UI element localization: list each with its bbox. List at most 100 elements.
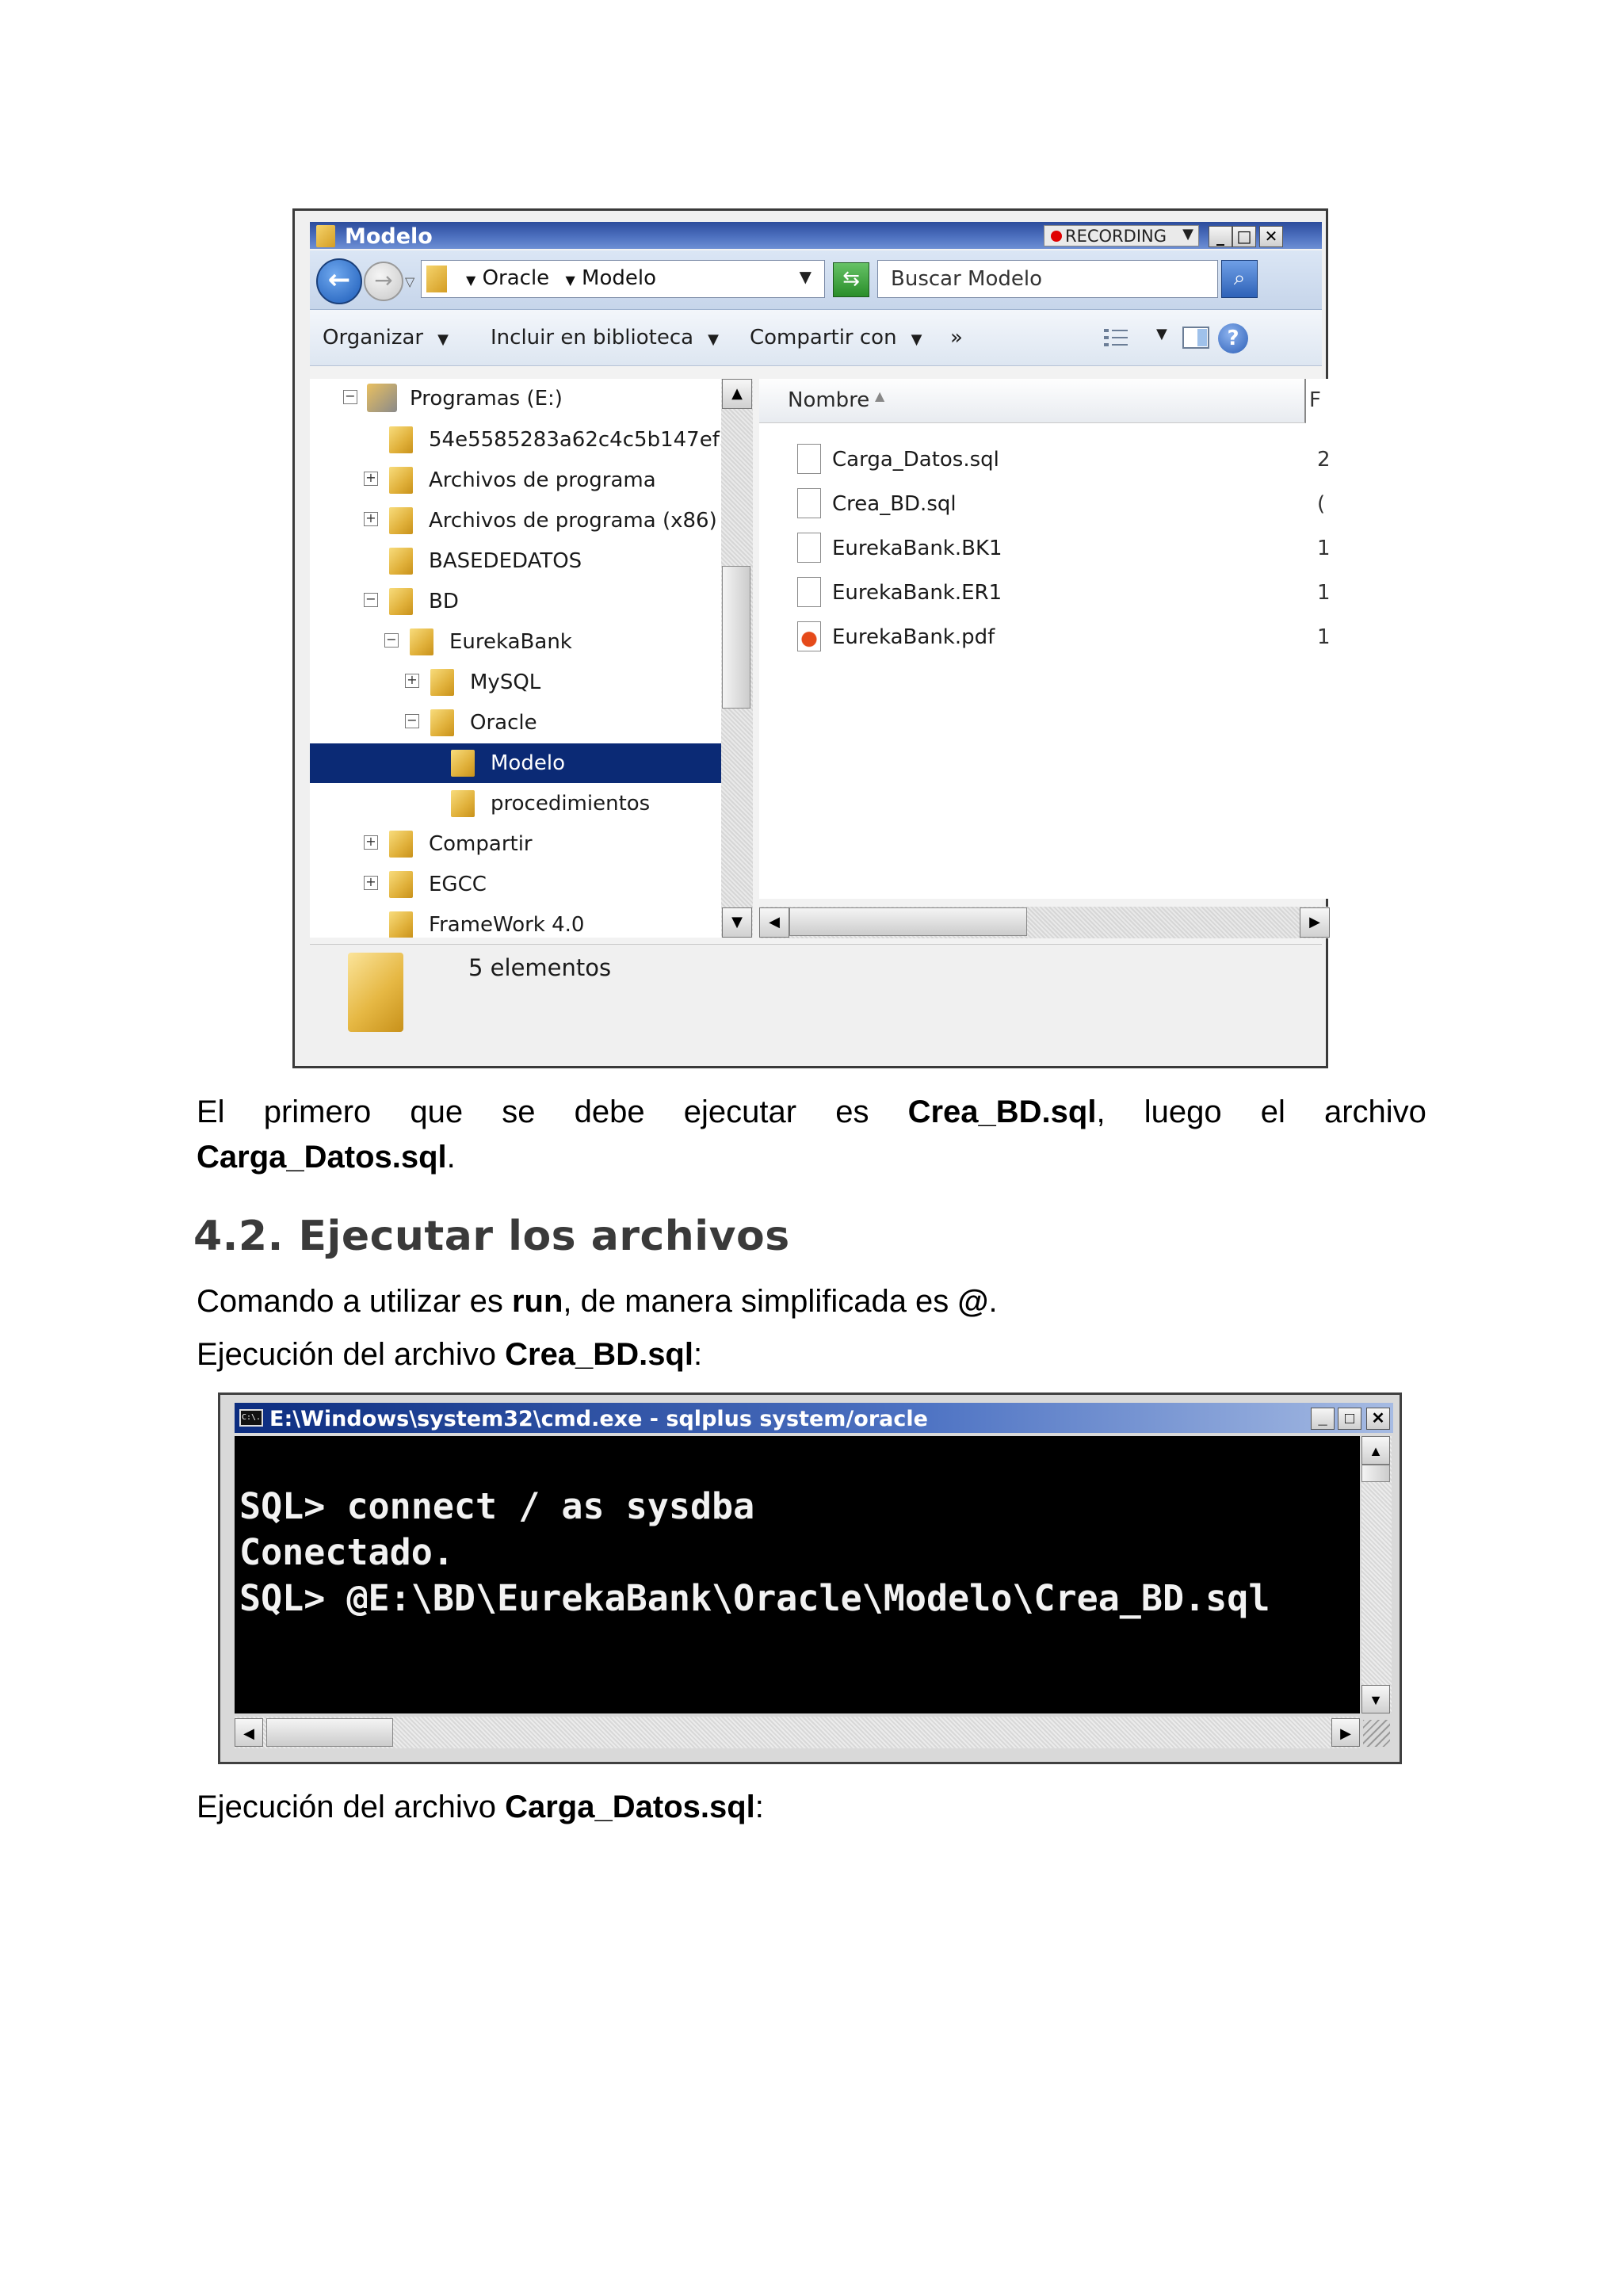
scroll-up-icon[interactable]: ▲ [722,379,752,409]
console-output[interactable]: SQL> connect / as sysdba Conectado. SQL>… [235,1436,1360,1713]
folder-icon [451,750,475,777]
scroll-left-icon[interactable]: ◀ [759,907,789,938]
tree-item-label: 54e5585283a62c4c5b147ef3C [429,428,722,452]
scroll-right-icon[interactable]: ▶ [1300,907,1330,938]
file-list-scrollbar[interactable]: ◀ ▶ [759,907,1330,938]
collapse-icon[interactable]: − [364,593,378,607]
more-commands-button[interactable]: » [950,326,963,350]
tree-item-hash-folder[interactable]: 54e5585283a62c4c5b147ef3C [310,420,722,460]
details-pane: 5 elementos [310,944,1322,1061]
recording-indicator[interactable]: RECORDING ▼ [1044,225,1199,246]
refresh-button[interactable]: ⇆ [833,262,869,297]
scroll-thumb[interactable] [789,907,1027,936]
tree-item-label: Archivos de programa [429,468,656,492]
tree-item-basededatos[interactable]: BASEDEDATOS [310,541,722,581]
file-name: EurekaBank.ER1 [832,581,1002,605]
tree-item-label: Oracle [470,711,537,735]
tree-item-mysql[interactable]: + MySQL [310,663,722,702]
folder-icon [430,709,454,736]
file-item-eurekabank-er1[interactable]: EurekaBank.ER1 1 [759,571,1330,615]
expand-icon[interactable]: + [364,512,378,526]
chevron-down-icon[interactable]: ▼ [800,267,812,286]
share-with-menu[interactable]: Compartir con ▼ [750,326,922,350]
scroll-right-icon[interactable]: ▶ [1331,1718,1360,1747]
file-column-truncated: ( [1317,492,1326,516]
chevron-down-icon: ▼ [1182,226,1193,243]
close-button[interactable]: ✕ [1366,1408,1390,1430]
help-icon[interactable]: ? [1218,323,1248,353]
scroll-down-icon[interactable]: ▼ [722,907,752,938]
close-button[interactable]: ✕ [1259,226,1283,247]
file-name: Crea_BD.sql [832,492,957,516]
scroll-thumb[interactable] [722,566,750,709]
console-horizontal-scrollbar[interactable]: ◀ ▶ [235,1717,1360,1748]
tree-item-oracle[interactable]: − Oracle [310,703,722,743]
maximize-button[interactable]: □ [1338,1408,1361,1430]
execution-caption-crea-bd: Ejecución del archivo Crea_BD.sql: [197,1332,1426,1377]
expand-icon[interactable]: + [364,876,378,890]
minimize-button[interactable]: _ [1209,226,1232,247]
file-column-truncated: 1 [1317,537,1330,560]
folder-icon [389,871,413,898]
file-item-carga-datos[interactable]: Carga_Datos.sql 2 [759,437,1330,482]
minimize-button[interactable]: _ [1311,1408,1335,1430]
tree-item-framework[interactable]: FrameWork 4.0 [310,905,722,938]
scroll-left-icon[interactable]: ◀ [235,1718,263,1747]
scroll-thumb[interactable] [1361,1465,1390,1482]
paragraph-line-2: Carga_Datos.sql. [197,1135,1426,1180]
maximize-button[interactable]: □ [1232,226,1256,247]
word: El [197,1095,225,1129]
resize-grip-icon[interactable] [1363,1720,1390,1747]
view-options-icon[interactable] [1102,326,1131,350]
tree-item-bd[interactable]: − BD [310,582,722,621]
scroll-down-icon[interactable]: ▼ [1361,1685,1390,1713]
expand-icon[interactable]: + [364,835,378,850]
tree-scrollbar[interactable]: ▲ ▼ [721,379,753,938]
forward-button[interactable]: → [364,262,403,301]
search-input[interactable]: Buscar Modelo [877,260,1218,298]
expand-icon[interactable]: + [405,674,419,688]
search-placeholder: Buscar Modelo [891,267,1043,291]
breadcrumb-item-modelo[interactable]: Modelo [582,266,656,290]
history-dropdown-icon[interactable]: ▽ [405,274,414,289]
folder-icon [430,669,454,696]
scroll-up-icon[interactable]: ▲ [1361,1436,1390,1465]
include-in-library-menu[interactable]: Incluir en biblioteca ▼ [491,326,719,350]
breadcrumb-separator-icon: ▼ [466,273,476,288]
sort-ascending-icon: ▲ [875,388,885,403]
collapse-icon[interactable]: − [343,390,357,404]
tree-item-modelo[interactable]: Modelo [310,743,722,783]
tree-item-compartir[interactable]: + Compartir [310,824,722,864]
folder-icon [389,507,413,534]
tree-item-archivos-de-programa-x86[interactable]: + Archivos de programa (x86) [310,501,722,541]
console-vertical-scrollbar[interactable]: ▲ ▼ [1361,1436,1392,1713]
file-item-eurekabank-bk1[interactable]: EurekaBank.BK1 1 [759,526,1330,571]
folder-icon [389,831,413,858]
expand-icon[interactable]: + [364,472,378,486]
file-item-crea-bd[interactable]: Crea_BD.sql ( [759,482,1330,526]
column-header-truncated[interactable]: F [1309,388,1321,412]
address-bar[interactable]: ▼ Oracle ▼ Modelo ▼ [421,260,825,298]
tree-item-archivos-de-programa[interactable]: + Archivos de programa [310,460,722,500]
column-header-name[interactable]: Nombre ▲ [759,379,1306,423]
folder-icon [348,953,403,1032]
preview-pane-icon[interactable] [1182,326,1210,350]
file-item-eurekabank-pdf[interactable]: EurekaBank.pdf 1 [759,615,1330,659]
folder-icon [389,426,413,453]
collapse-icon[interactable]: − [384,633,399,648]
include-in-library-label: Incluir en biblioteca [491,326,694,350]
breadcrumb-item-oracle[interactable]: Oracle [483,266,550,290]
tree-item-programas[interactable]: − Programas (E:) [310,379,722,418]
chevron-down-icon[interactable]: ▼ [1156,326,1167,342]
filename-crea-bd: Crea_BD.sql [907,1095,1097,1129]
search-icon[interactable]: ⌕ [1221,260,1258,298]
file-icon [797,444,821,474]
scroll-thumb[interactable] [266,1718,393,1747]
organize-menu[interactable]: Organizar ▼ [323,326,449,350]
file-list: Nombre ▲ F Carga_Datos.sql 2 Crea_BD.sql… [759,379,1330,899]
tree-item-procedimientos[interactable]: procedimientos [310,784,722,823]
back-button[interactable]: ← [316,258,362,304]
collapse-icon[interactable]: − [405,714,419,728]
tree-item-eurekabank[interactable]: − EurekaBank [310,622,722,662]
tree-item-egcc[interactable]: + EGCC [310,865,722,904]
